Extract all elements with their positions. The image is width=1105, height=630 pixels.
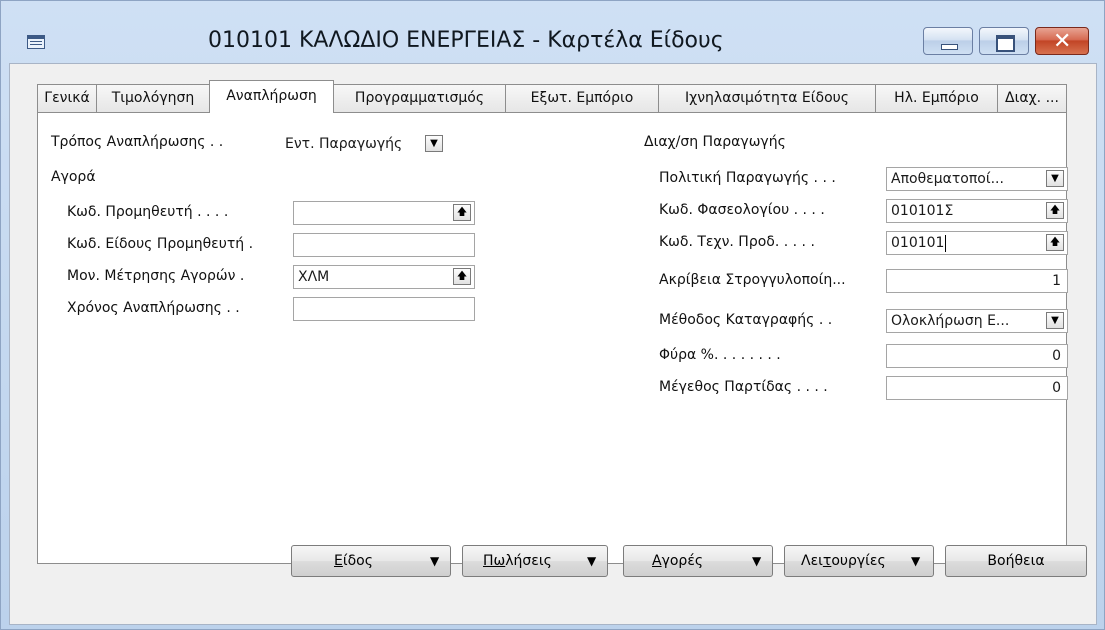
replenishment-method-select[interactable]: Εντ. Παραγωγής ▼ [280, 132, 447, 156]
purch-uom-label: Μον. Μέτρησης Αγορών . [67, 268, 245, 284]
minimize-icon [941, 44, 958, 50]
manufacturing-section-heading: Διαχ/ση Παραγωγής [644, 134, 786, 150]
routing-no-label: Κωδ. Φασεολογίου . . . . [659, 202, 825, 218]
bom-no-value: 010101 [891, 235, 945, 251]
purch-uom-value: ΧΛΜ [298, 269, 330, 285]
purchases-button-text-b: γορές [661, 553, 704, 569]
purchases-menu-button[interactable]: Αγορές ▼ [623, 545, 773, 577]
manufacturing-policy-label: Πολιτική Παραγωγής . . . [659, 170, 836, 186]
replenishment-panel: Τρόπος Αναπλήρωσης . . Εντ. Παραγωγής ▼ … [37, 112, 1068, 564]
vendor-item-no-field[interactable] [293, 233, 475, 257]
purchases-button-mnemonic: Α [652, 553, 662, 569]
application-window: 010101 ΚΑΛΩΔΙΟ ΕΝΕΡΓΕΙΑΣ - Καρτέλα Είδου… [0, 0, 1105, 630]
lot-size-label: Μέγεθος Παρτίδας . . . . [659, 379, 828, 395]
item-button-text-b: ίδος [342, 553, 373, 569]
manufacturing-policy-select[interactable]: Αποθεματοποί... ▼ [886, 167, 1068, 191]
sales-menu-button[interactable]: Πωλήσεις ▼ [462, 545, 608, 577]
tab-foreign-trade[interactable]: Εξωτ. Εμπόριο [505, 84, 659, 112]
item-menu-button[interactable]: Είδος ▼ [291, 545, 451, 577]
dropdown-arrow-icon[interactable]: ▼ [1046, 312, 1064, 329]
lookup-arrow-icon[interactable]: 🡅 [1046, 234, 1064, 251]
vendor-no-field[interactable]: 🡅 [293, 201, 475, 225]
scrap-label: Φύρα %. . . . . . . . [659, 347, 781, 363]
lookup-arrow-icon[interactable]: 🡅 [1046, 202, 1064, 219]
rounding-precision-field[interactable]: 1 [886, 269, 1068, 293]
scrap-field[interactable]: 0 [886, 344, 1068, 368]
flushing-method-label: Μέθοδος Καταγραφής . . [659, 312, 833, 328]
lead-time-label: Χρόνος Αναπλήρωσης . . [67, 300, 240, 316]
text-cursor [945, 234, 947, 252]
routing-no-field[interactable]: 010101Σ 🡅 [886, 199, 1068, 223]
lookup-arrow-icon[interactable]: 🡅 [453, 204, 471, 221]
flushing-method-value: Ολοκλήρωση Ε... [891, 313, 1010, 329]
window-title: 010101 ΚΑΛΩΔΙΟ ΕΝΕΡΓΕΙΑΣ - Καρτέλα Είδου… [208, 28, 724, 53]
lot-size-field[interactable]: 0 [886, 376, 1068, 400]
manufacturing-policy-value: Αποθεματοποί... [891, 171, 1004, 187]
flushing-method-select[interactable]: Ολοκλήρωση Ε... ▼ [886, 309, 1068, 333]
tab-invoicing[interactable]: Τιμολόγηση [96, 84, 210, 112]
help-button[interactable]: Βοήθεια [945, 545, 1087, 577]
item-button-mnemonic: Ε [334, 553, 343, 569]
rounding-precision-label: Ακρίβεια Στρογγυλοποίη... [659, 272, 846, 288]
sales-button-text-b: λήσεις [505, 553, 552, 569]
maximize-icon [996, 35, 1015, 52]
close-icon: ✕ [1053, 29, 1072, 54]
tab-e-commerce[interactable]: Ηλ. Εμπόριο [875, 84, 998, 112]
chevron-down-icon: ▼ [587, 554, 597, 568]
dropdown-arrow-icon[interactable]: ▼ [1046, 170, 1064, 187]
replenishment-method-value: Εντ. Παραγωγής [285, 136, 403, 152]
chevron-down-icon: ▼ [752, 554, 762, 568]
lead-time-field[interactable] [293, 297, 475, 321]
functions-menu-button[interactable]: Λειτουργίες ▼ [784, 545, 934, 577]
vendor-item-no-label: Κωδ. Είδους Προμηθευτή . [67, 236, 254, 252]
tab-warehouse[interactable]: Διαχ. ... [997, 84, 1067, 112]
chevron-down-icon: ▼ [430, 554, 440, 568]
close-button[interactable]: ✕ [1035, 27, 1089, 55]
sales-button-mnemonic: Πω [483, 553, 506, 569]
purch-uom-field[interactable]: ΧΛΜ 🡅 [293, 265, 475, 289]
functions-button-text-a: Λει [801, 553, 823, 569]
tab-planning[interactable]: Προγραμματισμός [333, 84, 506, 112]
routing-no-value: 010101Σ [891, 203, 954, 219]
maximize-button[interactable] [979, 27, 1029, 55]
dropdown-arrow-icon[interactable]: ▼ [425, 135, 443, 152]
chevron-down-icon: ▼ [911, 554, 921, 568]
form-body: Γενικά Τιμολόγηση Αναπλήρωση Προγραμματι… [9, 63, 1097, 625]
purchase-section-heading: Αγορά [51, 169, 96, 185]
tab-item-tracing[interactable]: Ιχνηλασιμότητα Είδους [658, 84, 876, 112]
lookup-arrow-icon[interactable]: 🡅 [453, 268, 471, 285]
tab-replenishment[interactable]: Αναπλήρωση [209, 80, 334, 113]
vendor-no-label: Κωδ. Προμηθευτή . . . . [67, 204, 229, 220]
functions-button-text-b: ουργίες [831, 553, 886, 569]
bom-no-field[interactable]: 010101 🡅 [886, 231, 1068, 255]
bom-no-label: Κωδ. Τεχν. Προδ. . . . . [659, 234, 815, 250]
title-bar[interactable]: 010101 ΚΑΛΩΔΙΟ ΕΝΕΡΓΕΙΑΣ - Καρτέλα Είδου… [1, 1, 1104, 63]
tab-general[interactable]: Γενικά [37, 84, 97, 112]
replenishment-method-label: Τρόπος Αναπλήρωσης . . [51, 134, 224, 150]
form-window-icon[interactable] [27, 35, 45, 49]
minimize-button[interactable] [923, 27, 973, 55]
